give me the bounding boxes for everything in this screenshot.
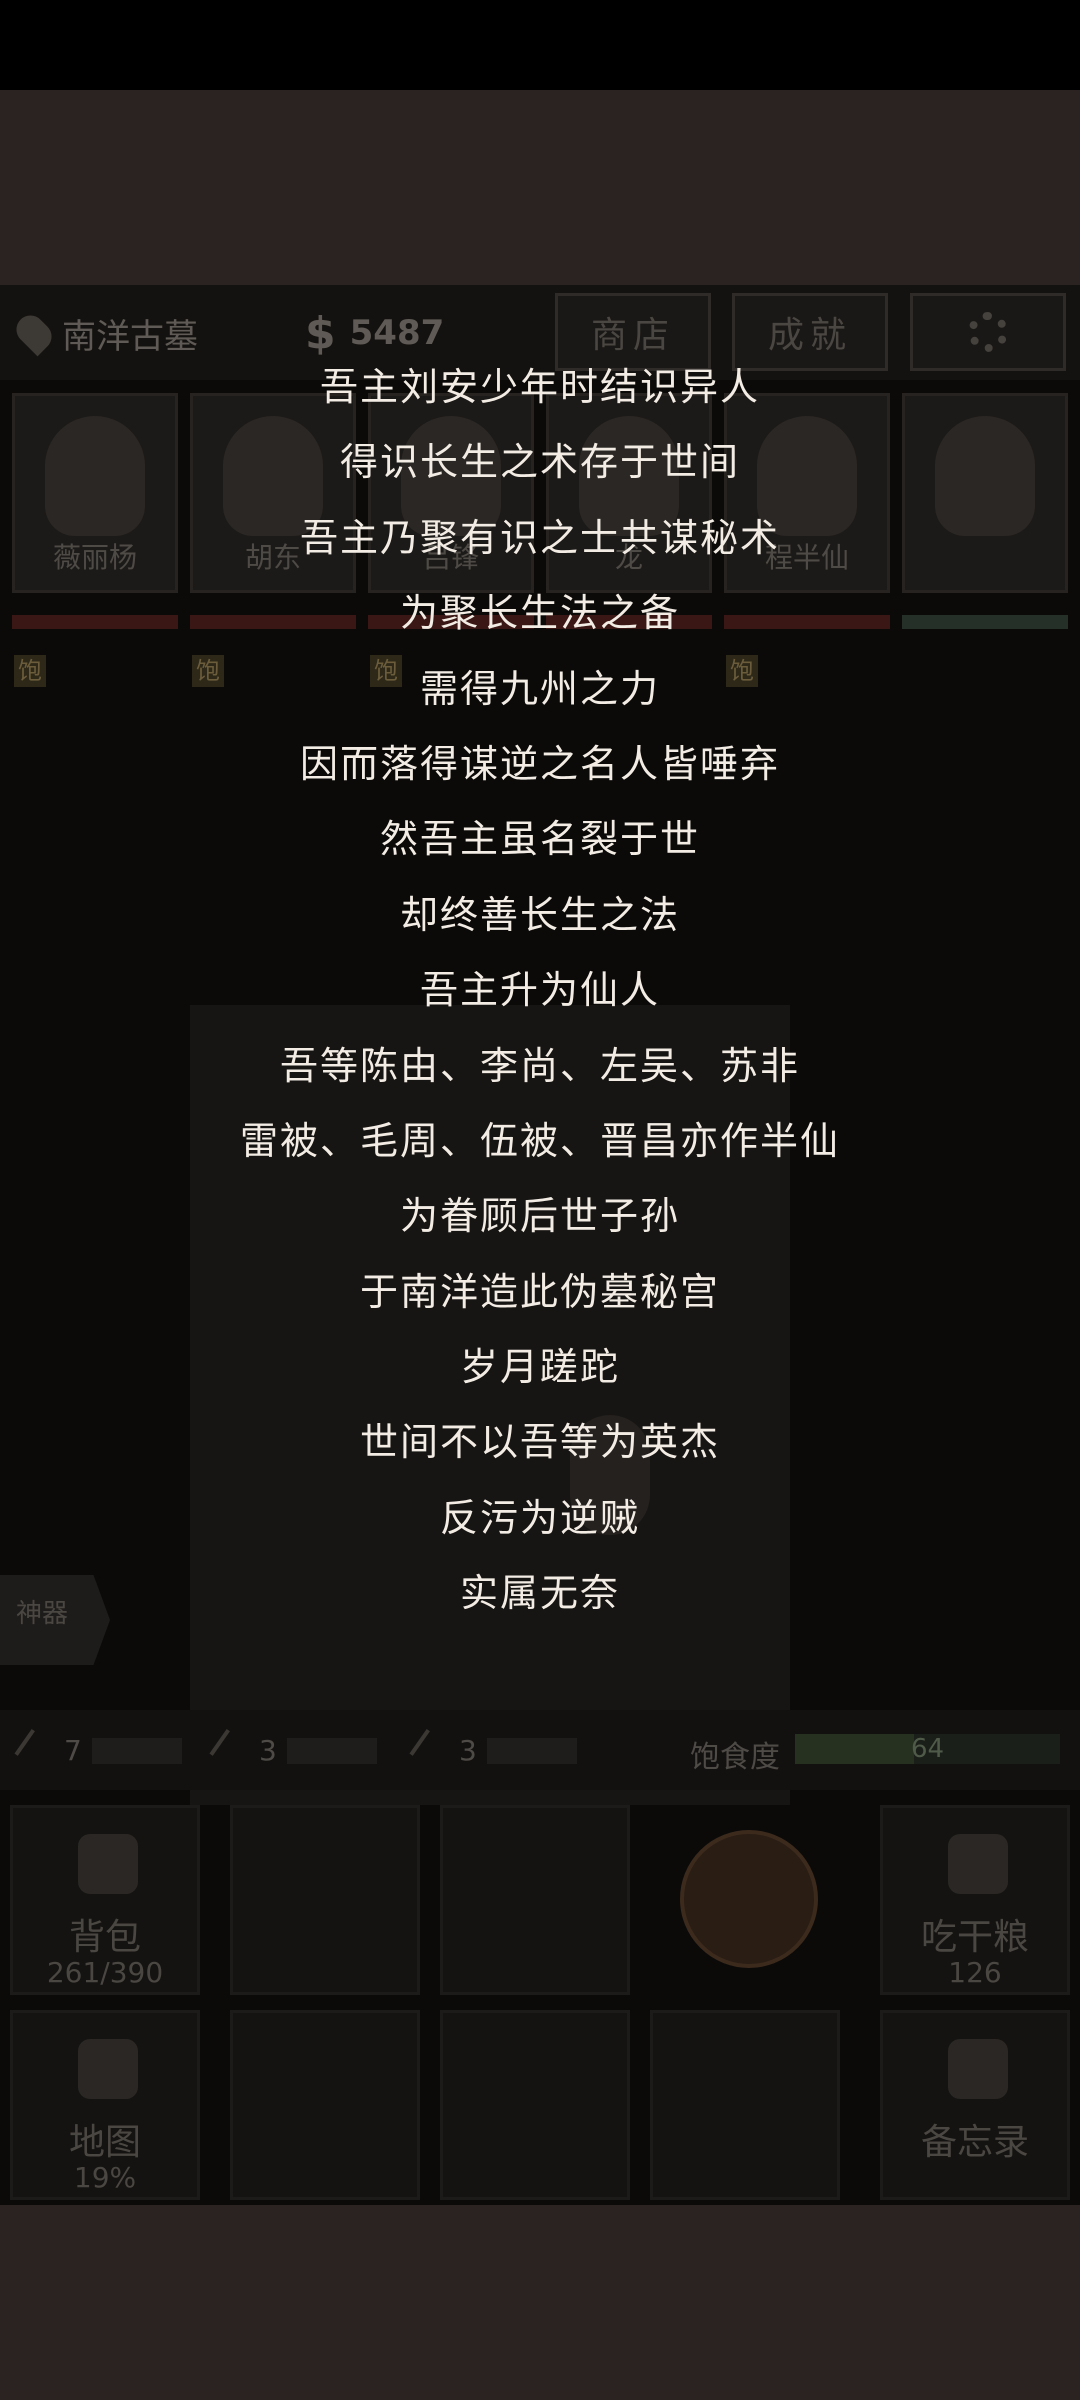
tool-rope: 3 <box>209 1728 377 1773</box>
move-up-right-button[interactable] <box>440 1805 630 1995</box>
eat-rations-label: 吃干粮 <box>920 1917 1029 1958</box>
story-line: 于南洋造此伪墓秘宫 <box>359 1269 720 1314</box>
story-line: 吾等陈由、李尚、左吴、苏非 <box>279 1043 800 1088</box>
top-letterbox <box>0 90 1080 285</box>
map-button[interactable]: 地图 19% <box>10 2010 200 2200</box>
money-amount: 5487 <box>349 313 445 353</box>
move-down-button[interactable] <box>440 2010 630 2200</box>
hunger-label: 饱食度 <box>690 1740 780 1775</box>
story-text-overlay: 吾主刘安少年时结识异人 得识长生之术存于世间 吾主乃聚有识之士共谋秘术 为聚长生… <box>0 350 1080 1632</box>
map-label: 地图 <box>68 2122 141 2163</box>
eat-rations-button[interactable]: 吃干粮 126 <box>880 1805 1070 1995</box>
gear-icon <box>968 312 1008 352</box>
rations-bag-icon <box>948 1834 1008 1894</box>
story-line: 吾主升为仙人 <box>419 968 660 1013</box>
move-up-button[interactable] <box>230 1805 420 1995</box>
map-progress: 19% <box>73 2161 137 2194</box>
tool-count: 3 <box>459 1734 477 1767</box>
story-line: 却终善长生之法 <box>399 892 680 937</box>
story-line: 吾主刘安少年时结识异人 <box>319 365 760 409</box>
memo-label: 备忘录 <box>920 2122 1029 2163</box>
hand-icon[interactable] <box>680 1830 818 1968</box>
backpack-capacity: 261/390 <box>46 1956 164 1989</box>
status-bar <box>0 0 1080 90</box>
rope-icon <box>209 1728 255 1773</box>
story-line: 雷被、毛周、伍被、晋昌亦作半仙 <box>239 1118 840 1163</box>
tool-count: 3 <box>259 1734 277 1767</box>
tool-count: 7 <box>64 1734 82 1767</box>
move-right-button[interactable] <box>650 2010 840 2200</box>
story-line: 为聚长生法之备 <box>399 591 680 636</box>
tool-pickaxe: 7 <box>14 1728 182 1773</box>
notebook-icon <box>948 2039 1008 2099</box>
hunger-bar: 64 <box>795 1734 1060 1764</box>
pickaxe-icon <box>14 1728 60 1773</box>
tool-bar <box>286 1737 377 1764</box>
tool-bar <box>91 1737 182 1764</box>
rations-count: 126 <box>948 1956 1002 1989</box>
story-line: 为眷顾后世子孙 <box>399 1194 680 1239</box>
story-line: 反污为逆贼 <box>439 1495 640 1540</box>
map-icon <box>78 2039 138 2099</box>
backpack-icon <box>78 1834 138 1894</box>
story-line: 得识长生之术存于世间 <box>339 440 740 485</box>
story-line: 因而落得谋逆之名人皆唾弃 <box>299 741 780 786</box>
bottom-letterbox <box>0 2205 1080 2400</box>
story-line: 然吾主虽名裂于世 <box>379 817 700 862</box>
tools-bar: 7 3 3 饱食度 64 <box>0 1710 1080 1790</box>
backpack-label: 背包 <box>68 1917 141 1958</box>
hunger-value: 64 <box>910 1734 945 1764</box>
story-line: 吾主乃聚有识之士共谋秘术 <box>299 515 780 560</box>
story-line: 需得九州之力 <box>419 666 660 711</box>
story-line: 岁月蹉跎 <box>459 1345 620 1390</box>
backpack-button[interactable]: 背包 261/390 <box>10 1805 200 1995</box>
move-left-button[interactable] <box>230 2010 420 2200</box>
memo-button[interactable]: 备忘录 <box>880 2010 1070 2200</box>
tool-shovel: 3 <box>409 1728 577 1773</box>
shovel-icon <box>409 1728 455 1773</box>
story-line: 实属无奈 <box>459 1571 620 1616</box>
tool-bar <box>486 1737 577 1764</box>
story-line: 世间不以吾等为英杰 <box>359 1420 720 1465</box>
